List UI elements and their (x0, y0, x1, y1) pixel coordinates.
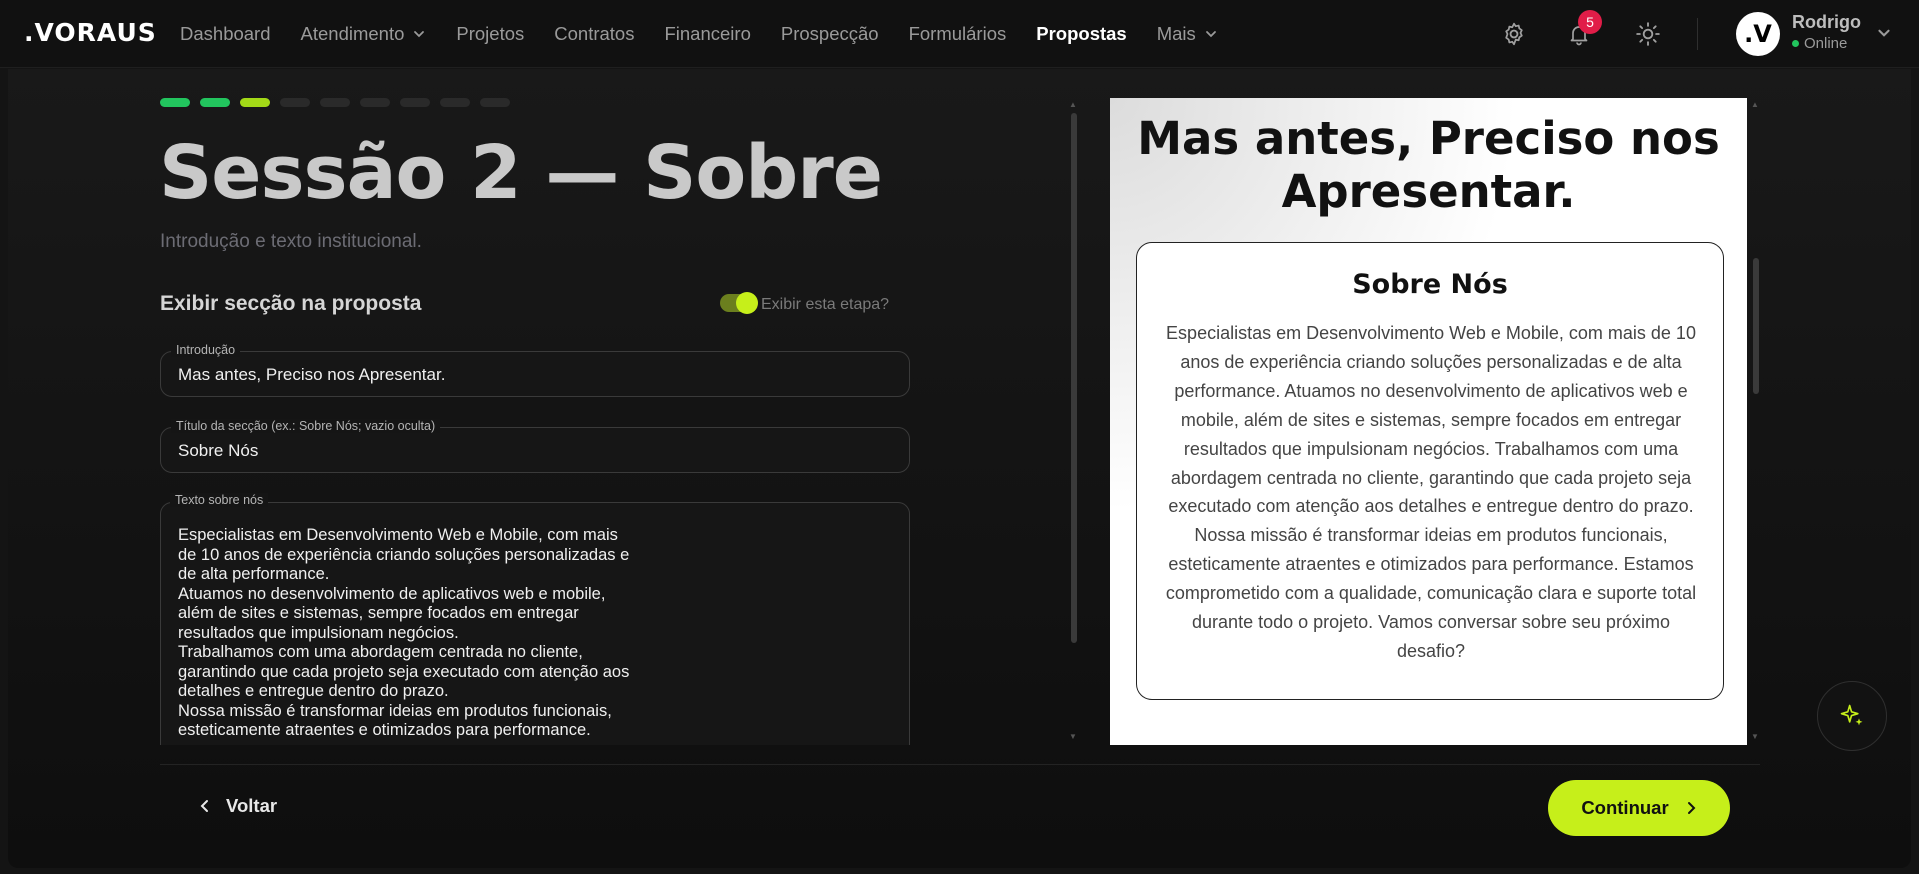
nav-item-propostas[interactable]: Propostas (1036, 23, 1126, 45)
nav-item-atendimento[interactable]: Atendimento (301, 23, 427, 45)
display-step-toggle-label: Exibir esta etapa? (761, 296, 890, 313)
nav-item-mais[interactable]: Mais (1157, 23, 1218, 45)
scroll-down-icon[interactable]: ▼ (1069, 732, 1077, 741)
sun-icon (1636, 22, 1660, 46)
section-title-field-legend: Título da secção (ex.: Sobre Nós; vazio … (171, 419, 441, 433)
intro-field-value: Mas antes, Preciso nos Apresentar. (178, 365, 446, 384)
nav-item-contratos[interactable]: Contratos (554, 23, 634, 45)
settings-button[interactable] (1499, 19, 1529, 49)
about-text-clip: Especialistas em Desenvolvimento Web e M… (160, 485, 912, 745)
progress-steps (160, 98, 510, 107)
nav-item-prospeccao[interactable]: Prospecção (781, 23, 879, 45)
avatar[interactable]: .V (1736, 12, 1780, 56)
progress-step (280, 98, 310, 107)
scroll-up-icon[interactable]: ▲ (1069, 100, 1077, 109)
scroll-up-icon[interactable]: ▲ (1751, 100, 1759, 109)
progress-step (160, 98, 190, 107)
back-button-label: Voltar (226, 795, 278, 816)
progress-step (240, 98, 270, 107)
preview-about-card: Sobre Nós Especialistas em Desenvolvimen… (1136, 242, 1724, 700)
top-navigation: .VORAUS Dashboard Atendimento Projetos C… (0, 0, 1919, 68)
chevron-right-icon (1687, 802, 1696, 814)
proposal-preview: Mas antes, Preciso nos Apresentar. Sobre… (1110, 98, 1747, 745)
gear-icon (1505, 22, 1523, 46)
progress-step (400, 98, 430, 107)
online-dot-icon (1792, 40, 1799, 47)
app-logo[interactable]: .VORAUS (24, 18, 157, 47)
progress-step (200, 98, 230, 107)
scroll-down-icon[interactable]: ▼ (1751, 732, 1759, 741)
nav-item-financeiro[interactable]: Financeiro (664, 23, 750, 45)
preview-heading: Mas antes, Preciso nos Apresentar. (1137, 112, 1720, 218)
notification-badge: 5 (1578, 10, 1602, 34)
user-status-label: Online (1804, 35, 1848, 52)
continue-button[interactable]: Continuar (1548, 780, 1730, 836)
theme-toggle-button[interactable] (1633, 19, 1663, 49)
ai-assistant-button[interactable] (1817, 681, 1887, 751)
section-title-field-value: Sobre Nós (178, 441, 259, 460)
nav-divider (1697, 18, 1698, 50)
back-button[interactable]: Voltar (198, 795, 277, 817)
preview-card-text: Especialistas em Desenvolvimento Web e M… (1165, 323, 1697, 661)
chevron-down-icon (1205, 31, 1216, 38)
about-text-value: Especialistas em Desenvolvimento Web e M… (178, 526, 630, 739)
progress-step (440, 98, 470, 107)
continue-button-label: Continuar (1581, 797, 1669, 818)
sparkle-icon (1840, 704, 1863, 726)
chevron-left-icon (200, 800, 208, 812)
progress-step (320, 98, 350, 107)
page-subtitle: Introdução e texto institucional. (160, 231, 422, 252)
nav-item-formularios[interactable]: Formulários (909, 23, 1007, 45)
toggle-knob (736, 292, 758, 314)
progress-step (480, 98, 510, 107)
progress-step (360, 98, 390, 107)
display-section-label: Exibir secção na proposta (160, 292, 422, 315)
nav-menu: Dashboard Atendimento Projetos Contratos… (180, 0, 1248, 68)
nav-item-projetos[interactable]: Projetos (456, 23, 524, 45)
about-text-legend: Texto sobre nós (170, 493, 269, 507)
about-text-field[interactable]: Especialistas em Desenvolvimento Web e M… (160, 502, 910, 745)
footer-divider (160, 764, 1760, 765)
preview-scrollbar[interactable] (1753, 258, 1759, 394)
intro-field[interactable]: Introdução Mas antes, Preciso nos Aprese… (160, 343, 910, 397)
display-step-toggle[interactable] (720, 292, 758, 314)
nav-item-dashboard[interactable]: Dashboard (180, 23, 271, 45)
chevron-down-icon[interactable] (1876, 25, 1892, 41)
user-status: Online (1792, 35, 1847, 52)
page-title: Sessão 2 — Sobre (159, 130, 883, 216)
section-title-field[interactable]: Título da secção (ex.: Sobre Nós; vazio … (160, 419, 910, 473)
chevron-down-icon (414, 31, 425, 38)
intro-field-legend: Introdução (171, 343, 241, 357)
preview-card-title: Sobre Nós (1352, 269, 1508, 300)
form-scrollbar[interactable] (1071, 113, 1077, 643)
user-name[interactable]: Rodrigo (1792, 12, 1861, 33)
